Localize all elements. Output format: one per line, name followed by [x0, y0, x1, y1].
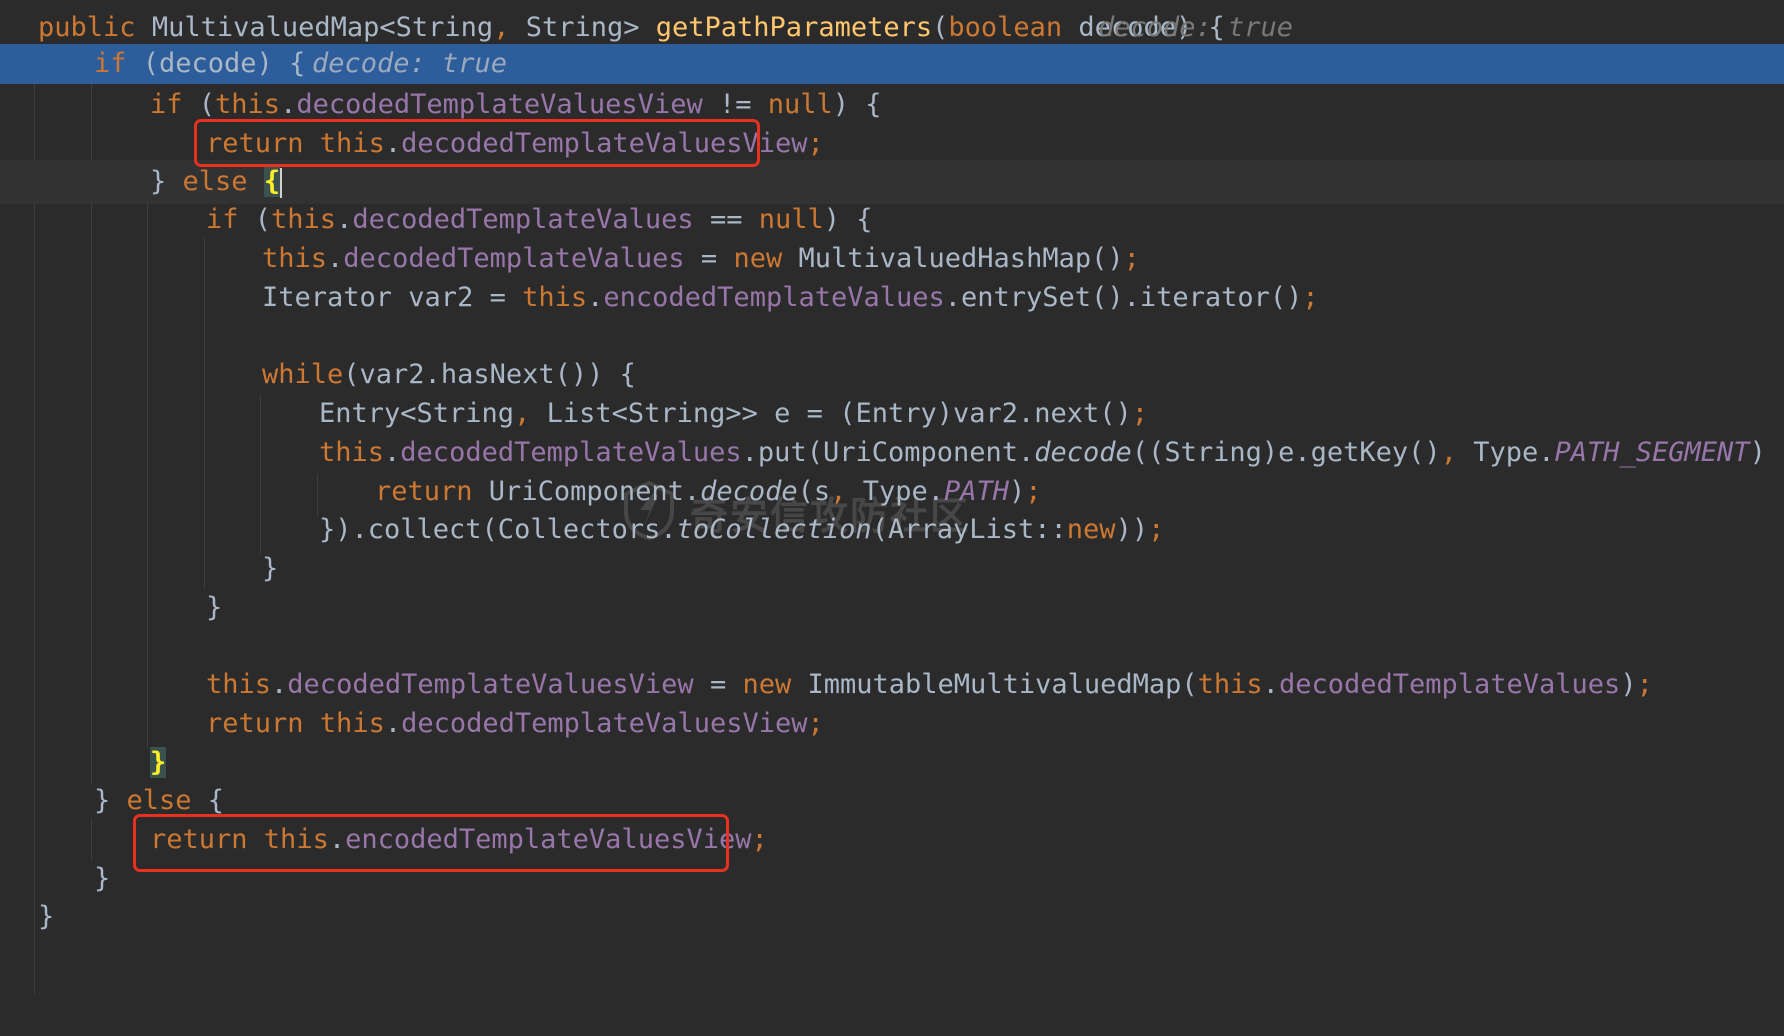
code-line-7[interactable]: this.decodedTemplateValues = new Multiva… — [0, 237, 1784, 281]
matched-brace: } — [150, 747, 167, 778]
code-line-6[interactable]: if (this.decodedTemplateValues == null) … — [0, 198, 1784, 242]
code-line-13[interactable]: }).collect(Collectors.toCollection(Array… — [0, 508, 1784, 552]
code-line-16[interactable]: this.decodedTemplateValuesView = new Imm… — [0, 663, 1784, 707]
keyword-public: public — [38, 12, 136, 43]
code-line-22[interactable]: } — [0, 895, 1784, 939]
inline-debug-value: decode: true — [312, 48, 508, 79]
code-line-14[interactable]: } — [0, 547, 1784, 591]
code-line-8[interactable]: Iterator var2 = this.encodedTemplateValu… — [0, 276, 1784, 320]
execution-line[interactable]: if (decode) { decode: true — [0, 44, 1784, 84]
code-line-17[interactable]: return this.decodedTemplateValuesView; — [0, 702, 1784, 746]
code-editor[interactable]: public MultivaluedMap<String, String> ge… — [0, 0, 1784, 1036]
code-line-15[interactable]: } — [0, 586, 1784, 630]
text-caret — [280, 167, 283, 198]
code-line-9[interactable]: while(var2.hasNext()) { — [0, 353, 1784, 397]
code-line-11[interactable]: this.decodedTemplateValues.put(UriCompon… — [0, 431, 1784, 475]
code-line-10[interactable]: Entry<String, List<String>> e = (Entry)v… — [0, 392, 1784, 436]
method-name: getPathParameters — [655, 12, 933, 43]
matched-brace: { — [263, 166, 281, 197]
highlight-box — [194, 119, 760, 167]
highlight-box — [133, 814, 729, 872]
